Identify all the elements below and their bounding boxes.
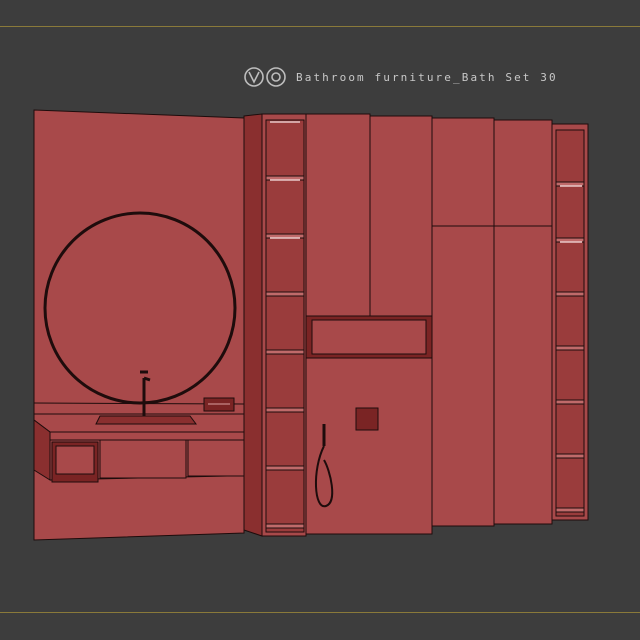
- cabinet-niche-inner: [311, 319, 427, 355]
- left-shelf-board: [265, 465, 305, 471]
- sink-basin: [95, 415, 197, 425]
- cubby-inner: [55, 445, 95, 475]
- right-shelf-board: [555, 291, 585, 297]
- vanity-front-top: [49, 431, 271, 441]
- shower-basket: [355, 407, 379, 431]
- vanity-drawer-left: [99, 439, 187, 479]
- left-shelf-board: [265, 523, 305, 529]
- right-shelf-board: [555, 453, 585, 459]
- left-shelf-column: [243, 113, 263, 537]
- tall-cabinet-upper-2: [493, 119, 553, 227]
- right-shelf-board: [555, 399, 585, 405]
- left-shelf-board: [265, 349, 305, 355]
- left-shelf-board: [265, 407, 305, 413]
- right-shelf-board: [555, 507, 585, 513]
- tall-cabinet-lower-2: [493, 225, 553, 525]
- left-shelf-board: [265, 291, 305, 297]
- tall-cabinet-lower-1: [431, 225, 495, 527]
- right-shelf-board: [555, 345, 585, 351]
- bathroom-furniture-wireframe: [33, 109, 589, 541]
- upper-cabinet-1: [305, 113, 371, 317]
- tall-cabinet-upper-1: [431, 117, 495, 227]
- render-viewport: Bathroom furniture_Bath Set 30: [0, 0, 640, 640]
- upper-cabinet-2: [369, 115, 433, 317]
- round-mirror: [43, 211, 237, 405]
